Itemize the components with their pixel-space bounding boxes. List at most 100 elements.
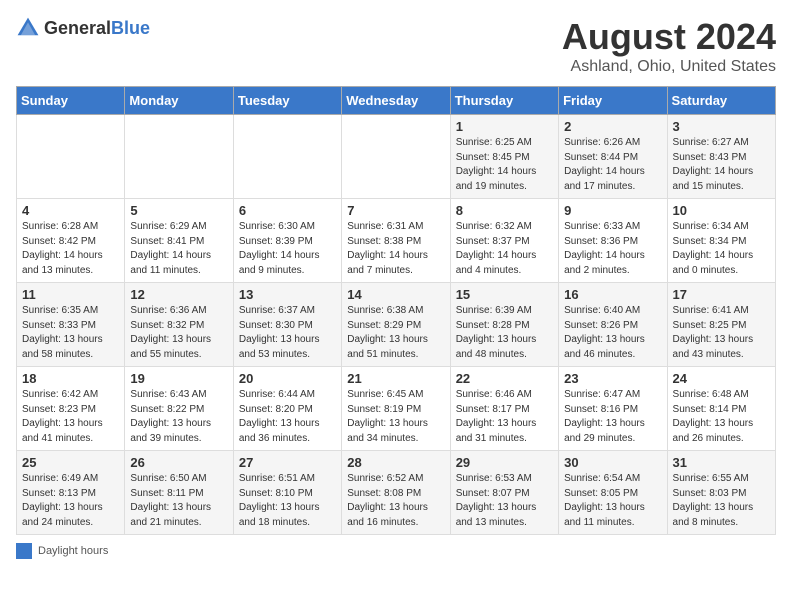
day-info: Sunrise: 6:26 AM Sunset: 8:44 PM Dayligh…: [564, 136, 661, 194]
calendar-cell: 9Sunrise: 6:33 AM Sunset: 8:36 PM Daylig…: [559, 199, 667, 283]
weekday-header: Tuesday: [233, 87, 341, 115]
weekday-header: Monday: [125, 87, 233, 115]
title-block: August 2024 Ashland, Ohio, United States: [562, 16, 776, 76]
day-info: Sunrise: 6:32 AM Sunset: 8:37 PM Dayligh…: [456, 220, 553, 278]
calendar-cell: [17, 115, 125, 199]
legend-label: Daylight hours: [38, 545, 108, 557]
day-info: Sunrise: 6:50 AM Sunset: 8:11 PM Dayligh…: [130, 472, 227, 530]
day-number: 28: [347, 455, 444, 470]
day-number: 16: [564, 287, 661, 302]
calendar-cell: 2 Sunrise: 6:26 AM Sunset: 8:44 PM Daylig…: [559, 115, 667, 199]
calendar-cell: 31 Sunrise: 6:55 AM Sunset: 8:03 PM Dayli…: [667, 451, 775, 535]
logo: GeneralBlue: [16, 16, 150, 40]
day-number: 10: [673, 203, 770, 218]
day-info: Sunrise: 6:45 AM Sunset: 8:19 PM Dayligh…: [347, 388, 444, 446]
calendar-cell: 16 Sunrise: 6:40 AM Sunset: 8:26 PM Dayli…: [559, 283, 667, 367]
calendar-cell: 20 Sunrise: 6:44 AM Sunset: 8:20 PM Dayli…: [233, 367, 341, 451]
calendar-cell: 10Sunrise: 6:34 AM Sunset: 8:34 PM Dayli…: [667, 199, 775, 283]
day-info: Sunrise: 6:47 AM Sunset: 8:16 PM Dayligh…: [564, 388, 661, 446]
day-number: 27: [239, 455, 336, 470]
day-info: Sunrise: 6:31 AM Sunset: 8:38 PM Dayligh…: [347, 220, 444, 278]
day-info: Sunrise: 6:38 AM Sunset: 8:29 PM Dayligh…: [347, 304, 444, 362]
main-title: August 2024: [562, 16, 776, 58]
day-info: Sunrise: 6:39 AM Sunset: 8:28 PM Dayligh…: [456, 304, 553, 362]
calendar-cell: 11 Sunrise: 6:35 AM Sunset: 8:33 PM Dayli…: [17, 283, 125, 367]
calendar-cell: 26Sunrise: 6:50 AM Sunset: 8:11 PM Dayli…: [125, 451, 233, 535]
day-number: 2: [564, 119, 661, 134]
day-number: 25: [22, 455, 119, 470]
legend: Daylight hours: [16, 543, 776, 559]
logo-blue: Blue: [111, 18, 150, 38]
day-number: 13: [239, 287, 336, 302]
logo-general: General: [44, 18, 111, 38]
day-info: Sunrise: 6:28 AM Sunset: 8:42 PM Dayligh…: [22, 220, 119, 278]
calendar-cell: 24 Sunrise: 6:48 AM Sunset: 8:14 PM Dayli…: [667, 367, 775, 451]
calendar-cell: 4 Sunrise: 6:28 AM Sunset: 8:42 PM Daylig…: [17, 199, 125, 283]
calendar-cell: 13 Sunrise: 6:37 AM Sunset: 8:30 PM Dayli…: [233, 283, 341, 367]
day-info: Sunrise: 6:53 AM Sunset: 8:07 PM Dayligh…: [456, 472, 553, 530]
weekday-header: Saturday: [667, 87, 775, 115]
day-info: Sunrise: 6:52 AM Sunset: 8:08 PM Dayligh…: [347, 472, 444, 530]
calendar-cell: 18Sunrise: 6:42 AM Sunset: 8:23 PM Dayli…: [17, 367, 125, 451]
subtitle: Ashland, Ohio, United States: [562, 58, 776, 76]
day-number: 5: [130, 203, 227, 218]
day-number: 17: [673, 287, 770, 302]
calendar-cell: 22 Sunrise: 6:46 AM Sunset: 8:17 PM Dayli…: [450, 367, 558, 451]
weekday-header: Friday: [559, 87, 667, 115]
calendar-cell: 27 Sunrise: 6:51 AM Sunset: 8:10 PM Dayli…: [233, 451, 341, 535]
day-info: Sunrise: 6:40 AM Sunset: 8:26 PM Dayligh…: [564, 304, 661, 362]
day-number: 11: [22, 287, 119, 302]
legend-color-box: [16, 543, 32, 559]
day-number: 31: [673, 455, 770, 470]
calendar-cell: 8Sunrise: 6:32 AM Sunset: 8:37 PM Daylig…: [450, 199, 558, 283]
day-info: Sunrise: 6:54 AM Sunset: 8:05 PM Dayligh…: [564, 472, 661, 530]
day-number: 4: [22, 203, 119, 218]
day-info: Sunrise: 6:43 AM Sunset: 8:22 PM Dayligh…: [130, 388, 227, 446]
page-header: GeneralBlue August 2024 Ashland, Ohio, U…: [16, 16, 776, 76]
day-info: Sunrise: 6:29 AM Sunset: 8:41 PM Dayligh…: [130, 220, 227, 278]
day-number: 22: [456, 371, 553, 386]
calendar-cell: 30 Sunrise: 6:54 AM Sunset: 8:05 PM Dayli…: [559, 451, 667, 535]
calendar-cell: 1 Sunrise: 6:25 AM Sunset: 8:45 PM Daylig…: [450, 115, 558, 199]
calendar-cell: 19Sunrise: 6:43 AM Sunset: 8:22 PM Dayli…: [125, 367, 233, 451]
weekday-header: Thursday: [450, 87, 558, 115]
calendar-cell: 3Sunrise: 6:27 AM Sunset: 8:43 PM Daylig…: [667, 115, 775, 199]
day-info: Sunrise: 6:41 AM Sunset: 8:25 PM Dayligh…: [673, 304, 770, 362]
day-info: Sunrise: 6:55 AM Sunset: 8:03 PM Dayligh…: [673, 472, 770, 530]
day-number: 24: [673, 371, 770, 386]
day-number: 9: [564, 203, 661, 218]
day-info: Sunrise: 6:36 AM Sunset: 8:32 PM Dayligh…: [130, 304, 227, 362]
day-info: Sunrise: 6:35 AM Sunset: 8:33 PM Dayligh…: [22, 304, 119, 362]
calendar-cell: 12 Sunrise: 6:36 AM Sunset: 8:32 PM Dayli…: [125, 283, 233, 367]
calendar-header: SundayMondayTuesdayWednesdayThursdayFrid…: [17, 87, 776, 115]
calendar-table: SundayMondayTuesdayWednesdayThursdayFrid…: [16, 86, 776, 535]
day-number: 30: [564, 455, 661, 470]
day-info: Sunrise: 6:51 AM Sunset: 8:10 PM Dayligh…: [239, 472, 336, 530]
calendar-cell: 5 Sunrise: 6:29 AM Sunset: 8:41 PM Daylig…: [125, 199, 233, 283]
day-info: Sunrise: 6:27 AM Sunset: 8:43 PM Dayligh…: [673, 136, 770, 194]
day-number: 20: [239, 371, 336, 386]
calendar-cell: 25 Sunrise: 6:49 AM Sunset: 8:13 PM Dayli…: [17, 451, 125, 535]
day-number: 6: [239, 203, 336, 218]
calendar-cell: 23 Sunrise: 6:47 AM Sunset: 8:16 PM Dayli…: [559, 367, 667, 451]
logo-icon: [16, 16, 40, 40]
day-info: Sunrise: 6:49 AM Sunset: 8:13 PM Dayligh…: [22, 472, 119, 530]
calendar-cell: 7 Sunrise: 6:31 AM Sunset: 8:38 PM Daylig…: [342, 199, 450, 283]
day-info: Sunrise: 6:25 AM Sunset: 8:45 PM Dayligh…: [456, 136, 553, 194]
calendar-cell: [125, 115, 233, 199]
day-number: 15: [456, 287, 553, 302]
calendar-cell: 17 Sunrise: 6:41 AM Sunset: 8:25 PM Dayli…: [667, 283, 775, 367]
day-info: Sunrise: 6:48 AM Sunset: 8:14 PM Dayligh…: [673, 388, 770, 446]
calendar-cell: 14Sunrise: 6:38 AM Sunset: 8:29 PM Dayli…: [342, 283, 450, 367]
day-number: 7: [347, 203, 444, 218]
day-info: Sunrise: 6:37 AM Sunset: 8:30 PM Dayligh…: [239, 304, 336, 362]
day-number: 23: [564, 371, 661, 386]
calendar-cell: [342, 115, 450, 199]
day-number: 21: [347, 371, 444, 386]
day-number: 18: [22, 371, 119, 386]
calendar-cell: 15 Sunrise: 6:39 AM Sunset: 8:28 PM Dayli…: [450, 283, 558, 367]
day-number: 1: [456, 119, 553, 134]
day-info: Sunrise: 6:44 AM Sunset: 8:20 PM Dayligh…: [239, 388, 336, 446]
day-info: Sunrise: 6:46 AM Sunset: 8:17 PM Dayligh…: [456, 388, 553, 446]
day-number: 12: [130, 287, 227, 302]
